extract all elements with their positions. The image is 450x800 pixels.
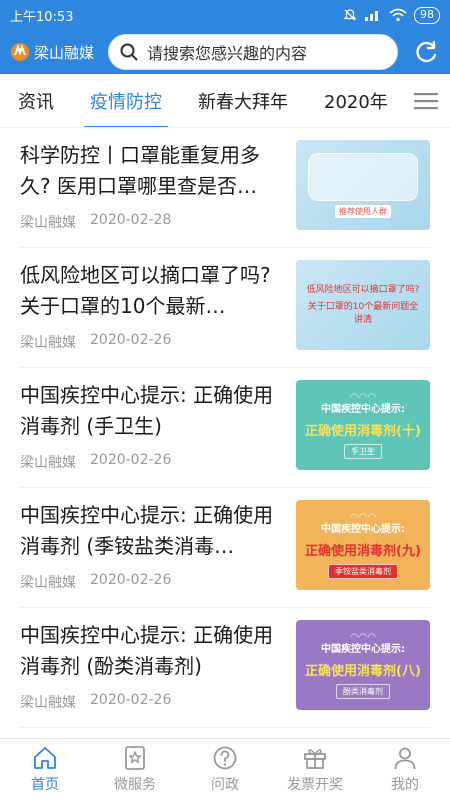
thumbnail-tag: 推荐使用人群	[335, 204, 391, 218]
article-meta: 梁山融媒 2020-02-26	[20, 572, 171, 592]
tab-epidemic-prevention[interactable]: 疫情防控	[72, 74, 180, 127]
bookmark-star-icon	[125, 746, 145, 770]
app-header: 梁山融媒 请搜索您感兴趣的内容	[0, 30, 450, 74]
article-source: 梁山融媒	[20, 575, 76, 591]
bottom-navigation: 首页 微服务 问政 发票开奖 我的	[0, 738, 450, 800]
article-title: 中国疾控中心提示: 正确使用消毒剂 (酚类消毒剂)	[20, 623, 274, 678]
thumbnail-headline: 低风险地区可以摘口罩了吗?	[306, 284, 420, 295]
thumbnail-org: 中国疾控中心提示:	[321, 643, 405, 655]
user-icon	[394, 747, 416, 770]
cdc-logo-icon: ◠◠◠	[349, 391, 377, 403]
search-placeholder: 请搜索您感兴趣的内容	[147, 44, 308, 63]
article-item[interactable]: 中国疾控中心提示: 正确使用消毒剂 (季铵盐类消毒… 梁山融媒 2020-02-…	[20, 488, 430, 608]
search-icon	[120, 43, 138, 61]
nav-home[interactable]: 首页	[0, 739, 90, 800]
article-date: 2020-02-26	[90, 692, 172, 708]
article-source: 梁山融媒	[20, 215, 76, 231]
menu-icon	[414, 93, 438, 110]
nav-invoice-lottery-label: 发票开奖	[287, 777, 343, 793]
search-bar[interactable]: 请搜索您感兴趣的内容	[108, 34, 399, 70]
article-meta: 梁山融媒 2020-02-26	[20, 452, 171, 472]
article-title: 中国疾控中心提示: 正确使用消毒剂 (手卫生)	[20, 383, 274, 438]
thumbnail-org: 中国疾控中心提示:	[321, 523, 405, 535]
nav-invoice-lottery[interactable]: 发票开奖	[270, 739, 360, 800]
brand-logo-icon	[11, 43, 29, 61]
status-bar: 上午10:53 98	[0, 0, 450, 30]
article-thumbnail: 推荐使用人群	[296, 140, 430, 230]
article-thumbnail: ◠◠◠ 中国疾控中心提示: 正确使用消毒剂(九) 季铵盐类消毒剂	[296, 500, 430, 590]
refresh-icon[interactable]	[414, 39, 440, 65]
article-source: 梁山融媒	[20, 455, 76, 471]
cdc-logo-icon: ◠◠◠	[349, 511, 377, 523]
article-list: 科学防控丨口罩能重复用多久? 医用口罩哪里查是否… 梁山融媒 2020-02-2…	[0, 128, 450, 738]
article-thumbnail: ◠◠◠ 中国疾控中心提示: 正确使用消毒剂(八) 酚类消毒剂	[296, 620, 430, 710]
article-item[interactable]: 科学防控丨口罩能重复用多久? 医用口罩哪里查是否… 梁山融媒 2020-02-2…	[20, 128, 430, 248]
thumbnail-tag: 季铵盐类消毒剂	[328, 563, 398, 579]
tab-2020[interactable]: 2020年	[306, 74, 406, 127]
article-meta: 梁山融媒 2020-02-28	[20, 212, 171, 232]
question-icon	[213, 746, 237, 770]
article-thumbnail: 低风险地区可以摘口罩了吗? 关于口罩的10个最新问题全讲清	[296, 260, 430, 350]
article-title: 低风险地区可以摘口罩了吗? 关于口罩的10个最新…	[20, 263, 271, 318]
article-date: 2020-02-26	[90, 452, 172, 468]
brand-name: 梁山融媒	[34, 43, 95, 62]
article-date: 2020-02-26	[90, 572, 172, 588]
thumbnail-subheadline: 关于口罩的10个最新问题全讲清	[307, 301, 419, 325]
thumbnail-title: 正确使用消毒剂(十)	[305, 423, 421, 439]
thumbnail-title: 正确使用消毒剂(八)	[305, 663, 421, 679]
cellular-signal-icon	[365, 11, 378, 21]
article-item[interactable]: 中国疾控中心提示: 正确使用消毒剂 (酚类消毒剂) 梁山融媒 2020-02-2…	[20, 608, 430, 728]
article-item[interactable]: 中国疾控中心提示: 正确使用消毒剂 (手卫生) 梁山融媒 2020-02-26 …	[20, 368, 430, 488]
nav-home-label: 首页	[31, 777, 59, 793]
tab-new-year-greetings[interactable]: 新春大拜年	[180, 74, 306, 127]
nav-profile[interactable]: 我的	[360, 739, 450, 800]
channel-menu-button[interactable]	[402, 74, 450, 127]
mask-illustration	[308, 152, 418, 201]
battery-indicator: 98	[414, 6, 440, 24]
article-source: 梁山融媒	[20, 695, 76, 711]
article-date: 2020-02-28	[90, 212, 172, 228]
tab-news[interactable]: 资讯	[0, 74, 72, 127]
mute-icon	[343, 9, 357, 21]
nav-inquiry[interactable]: 问政	[180, 739, 270, 800]
article-thumbnail: ◠◠◠ 中国疾控中心提示: 正确使用消毒剂(十) 手卫生	[296, 380, 430, 470]
channel-tabs: 资讯 疫情防控 新春大拜年 2020年	[0, 74, 450, 128]
nav-micro-service[interactable]: 微服务	[90, 739, 180, 800]
status-icons: 98	[343, 6, 440, 24]
article-title: 中国疾控中心提示: 正确使用消毒剂 (季铵盐类消毒…	[20, 503, 274, 558]
nav-profile-label: 我的	[391, 777, 419, 793]
home-icon	[34, 747, 56, 769]
article-item[interactable]: 低风险地区可以摘口罩了吗? 关于口罩的10个最新… 梁山融媒 2020-02-2…	[20, 248, 430, 368]
article-title: 科学防控丨口罩能重复用多久? 医用口罩哪里查是否…	[20, 143, 260, 198]
thumbnail-org: 中国疾控中心提示:	[321, 403, 405, 415]
article-date: 2020-02-26	[90, 332, 172, 348]
nav-inquiry-label: 问政	[211, 777, 239, 793]
article-source: 梁山融媒	[20, 335, 76, 351]
article-meta: 梁山融媒 2020-02-26	[20, 692, 171, 712]
status-time: 上午10:53	[10, 9, 74, 25]
wifi-icon	[389, 8, 407, 22]
thumbnail-title: 正确使用消毒剂(九)	[305, 543, 421, 559]
cdc-logo-icon: ◠◠◠	[349, 631, 377, 643]
thumbnail-tag: 酚类消毒剂	[336, 683, 390, 699]
brand[interactable]: 梁山融媒	[10, 42, 94, 63]
nav-micro-service-label: 微服务	[114, 777, 156, 793]
gift-icon	[304, 749, 326, 769]
thumbnail-tag: 手卫生	[344, 443, 382, 459]
article-meta: 梁山融媒 2020-02-26	[20, 332, 171, 352]
